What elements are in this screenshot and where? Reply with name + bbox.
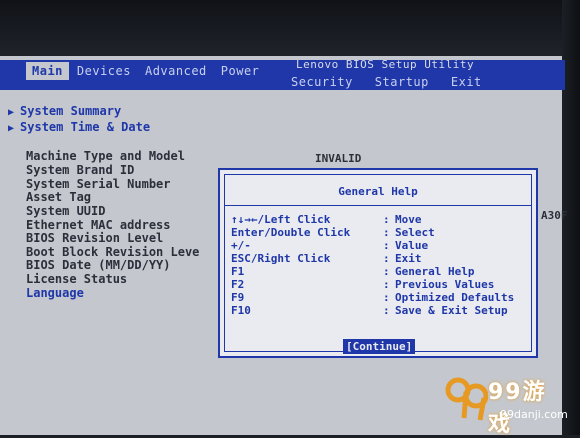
uuid-value: A30F xyxy=(541,209,568,222)
help-separator: : xyxy=(383,291,390,304)
dialog-frame: General Help ↑↓→←/Left Click : Move Ente… xyxy=(224,174,532,354)
help-key: ESC/Right Click xyxy=(231,252,331,265)
link-system-summary[interactable]: ▶ System Summary xyxy=(8,104,121,118)
label-system-uuid: System UUID xyxy=(26,204,106,218)
help-separator: : xyxy=(383,226,390,239)
tab-main[interactable]: Main xyxy=(26,62,69,80)
watermark: 99游戏 99danji.com xyxy=(444,374,568,437)
watermark-text: 99游戏 xyxy=(488,380,547,437)
tab-advanced[interactable]: Advanced xyxy=(139,62,213,80)
label-asset-tag: Asset Tag xyxy=(26,190,92,204)
label-language[interactable]: Language xyxy=(26,286,84,300)
help-row: ↑↓→←/Left Click : Move xyxy=(231,213,531,226)
tab-security[interactable]: Security xyxy=(285,73,359,91)
help-row: Enter/Double Click : Select xyxy=(231,226,531,239)
label-machine-type: Machine Type and Model xyxy=(26,149,185,163)
label-bios-date: BIOS Date (MM/DD/YY) xyxy=(26,258,171,272)
general-help-dialog: General Help ↑↓→←/Left Click : Move Ente… xyxy=(218,168,538,358)
help-key: F10 xyxy=(231,304,251,317)
help-row: F1 : General Help xyxy=(231,265,531,278)
triangle-right-icon: ▶ xyxy=(8,123,15,134)
help-desc: Exit xyxy=(395,252,422,265)
help-separator: : xyxy=(383,278,390,291)
help-key: Enter/Double Click xyxy=(231,226,351,239)
help-separator: : xyxy=(383,252,390,265)
tab-devices[interactable]: Devices xyxy=(71,62,137,80)
menu-tabs-secondary: Security Startup Exit xyxy=(285,73,488,91)
continue-button[interactable]: [Continue] xyxy=(343,339,416,354)
tab-startup[interactable]: Startup xyxy=(369,73,435,91)
help-key: F1 xyxy=(231,265,245,278)
help-separator: : xyxy=(383,239,390,252)
window-title: Lenovo BIOS Setup Utility xyxy=(296,58,475,71)
help-separator: : xyxy=(383,265,390,278)
help-separator: : xyxy=(383,213,390,226)
help-row: F2 : Previous Values xyxy=(231,278,531,291)
help-desc: Value xyxy=(395,239,429,252)
dialog-divider xyxy=(225,205,531,206)
help-key: ↑↓→←/Left Click xyxy=(231,213,331,226)
help-separator: : xyxy=(383,304,390,317)
tab-exit[interactable]: Exit xyxy=(445,73,488,91)
help-row: ESC/Right Click : Exit xyxy=(231,252,531,265)
monitor-bezel-top xyxy=(0,0,580,56)
help-key: F2 xyxy=(231,278,245,291)
label-brand-id: System Brand ID xyxy=(26,163,135,177)
label-license-status: License Status xyxy=(26,272,128,286)
help-row: F10 : Save & Exit Setup xyxy=(231,304,531,317)
dialog-title: General Help xyxy=(338,185,418,198)
help-desc: Optimized Defaults xyxy=(395,291,515,304)
help-key: +/- xyxy=(231,239,251,252)
help-desc: Select xyxy=(395,226,435,239)
help-desc: Move xyxy=(395,213,422,226)
label-bios-revision: BIOS Revision Level xyxy=(26,231,164,245)
watermark-logo-icon xyxy=(445,377,489,421)
label-boot-block-revision: Boot Block Revision Leve xyxy=(26,245,200,259)
label-serial-number: System Serial Number xyxy=(26,177,171,191)
link-system-time-date[interactable]: ▶ System Time & Date xyxy=(8,120,150,134)
help-row: +/- : Value xyxy=(231,239,531,252)
menu-tabs: Main Devices Advanced Power xyxy=(26,62,265,80)
tab-power[interactable]: Power xyxy=(215,62,266,80)
help-desc: Previous Values xyxy=(395,278,495,291)
help-key: F9 xyxy=(231,291,245,304)
machine-type-value: INVALID xyxy=(315,152,362,165)
help-desc: General Help xyxy=(395,265,475,278)
watermark-url: 99danji.com xyxy=(500,408,568,421)
help-desc: Save & Exit Setup xyxy=(395,304,508,317)
help-row: F9 : Optimized Defaults xyxy=(231,291,531,304)
label-mac-address: Ethernet MAC address xyxy=(26,218,171,232)
triangle-right-icon: ▶ xyxy=(8,107,15,118)
